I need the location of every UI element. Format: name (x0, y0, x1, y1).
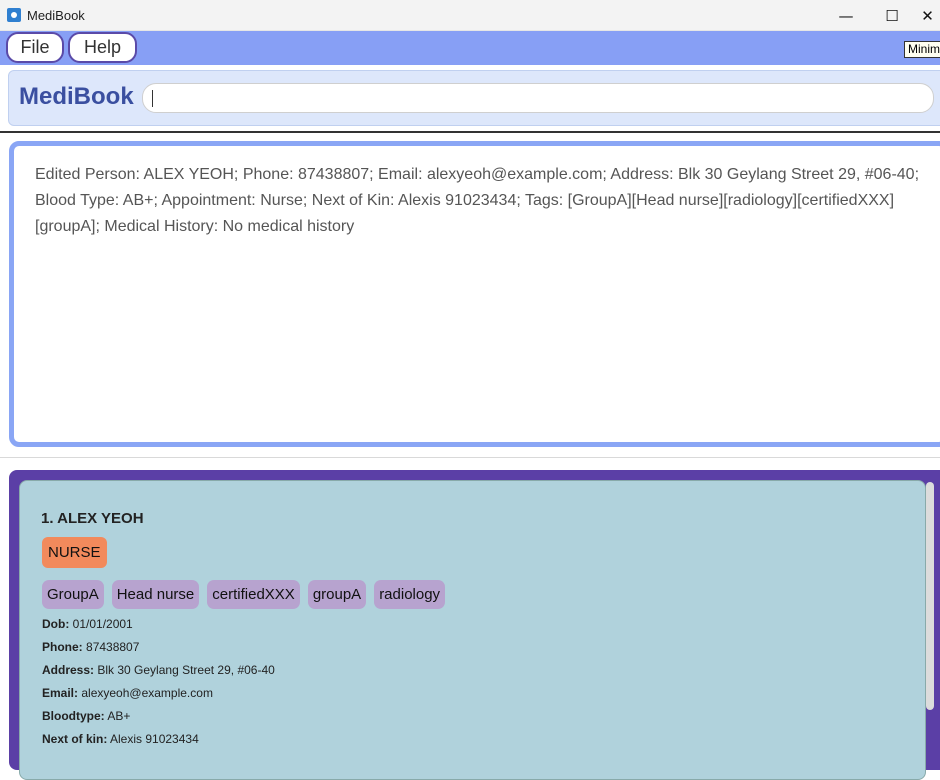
phone-label: Phone: (42, 640, 83, 654)
email-label: Email: (42, 686, 79, 700)
divider (0, 131, 940, 133)
bloodtype-field: Bloodtype: AB+ (42, 709, 130, 723)
tooltip: Minim (904, 41, 940, 58)
help-menu[interactable]: Help (68, 32, 137, 63)
dob-field: Dob: 01/01/2001 (42, 617, 133, 631)
bloodtype-value: AB+ (107, 709, 131, 723)
dob-label: Dob: (42, 617, 70, 631)
email-field: Email: alexyeoh@example.com (42, 686, 213, 700)
close-button[interactable]: ✕ (915, 0, 940, 31)
minimize-button[interactable]: — (823, 0, 869, 31)
menu-bar: File Help (0, 31, 940, 65)
tag-list: GroupA Head nurse certifiedXXX groupA ra… (42, 580, 453, 609)
person-name: 1. ALEX YEOH (41, 510, 144, 527)
result-display[interactable]: Edited Person: ALEX YEOH; Phone: 8743880… (9, 141, 940, 447)
person-list-panel: 1. ALEX YEOH NURSE GroupA Head nurse cer… (9, 470, 940, 780)
text-caret (152, 90, 153, 107)
divider (0, 457, 940, 458)
phone-field: Phone: 87438807 (42, 640, 139, 654)
command-input[interactable] (142, 83, 934, 113)
address-label: Address: (42, 663, 95, 677)
result-text: Edited Person: ALEX YEOH; Phone: 8743880… (35, 166, 920, 235)
dob-value: 01/01/2001 (72, 617, 133, 631)
maximize-button[interactable]: ☐ (869, 0, 915, 31)
file-menu[interactable]: File (6, 32, 64, 63)
tag: GroupA (42, 580, 104, 609)
email-value: alexyeoh@example.com (81, 686, 213, 700)
tag: radiology (374, 580, 446, 609)
address-field: Address: Blk 30 Geylang Street 29, #06-4… (42, 663, 275, 677)
person-card[interactable]: 1. ALEX YEOH NURSE GroupA Head nurse cer… (19, 480, 926, 780)
next-of-kin-label: Next of kin: (42, 732, 108, 746)
window-title-bar: MediBook — ☐ ✕ (0, 0, 940, 31)
list-scrollbar[interactable] (926, 482, 934, 710)
window-title: MediBook (27, 7, 85, 23)
command-area: MediBook (8, 70, 940, 126)
next-of-kin-value: Alexis 91023434 (110, 732, 199, 746)
address-value: Blk 30 Geylang Street 29, #06-40 (97, 663, 275, 677)
tag: Head nurse (111, 580, 200, 609)
window-controls: — ☐ ✕ (823, 0, 940, 31)
app-icon (7, 8, 21, 22)
app-brand: MediBook (19, 83, 134, 110)
phone-value: 87438807 (86, 640, 140, 654)
tag: groupA (307, 580, 367, 609)
next-of-kin-field: Next of kin: Alexis 91023434 (42, 732, 199, 746)
bloodtype-label: Bloodtype: (42, 709, 105, 723)
appointment-badge: NURSE (42, 537, 107, 568)
tag: certifiedXXX (207, 580, 300, 609)
